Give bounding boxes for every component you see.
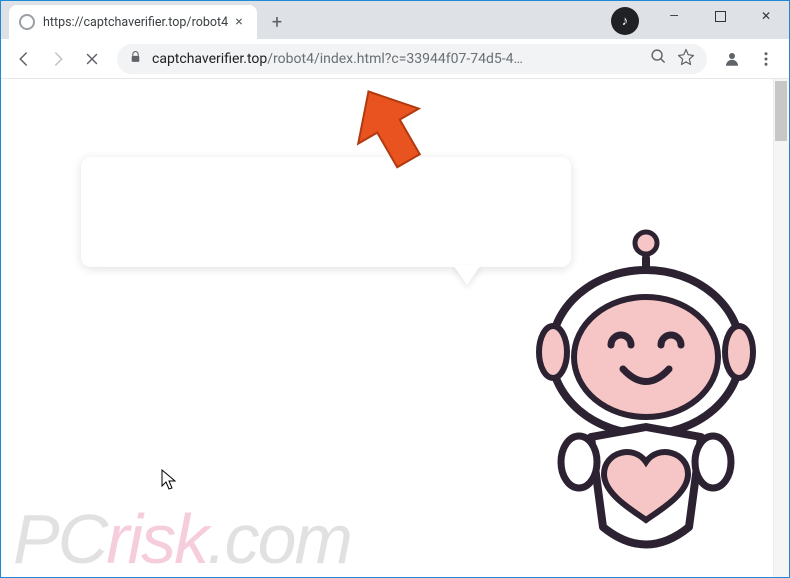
lock-icon [129,50,142,68]
tab-title: https://captchaverifier.top/robot4 [43,15,231,30]
media-playing-badge[interactable]: ♪ [611,7,639,35]
minimize-button[interactable]: — [651,1,697,31]
watermark-pc: PC [13,500,106,577]
globe-icon [19,14,35,30]
omnibox-actions [650,48,695,70]
maximize-icon [715,11,726,22]
close-tab-icon[interactable]: × [231,14,247,30]
profile-button[interactable] [717,44,747,74]
search-icon[interactable] [650,48,667,69]
address-bar[interactable]: captchaverifier.top/robot4/index.html?c=… [117,44,707,74]
new-tab-button[interactable]: + [263,8,291,36]
window-controls: — ✕ [651,1,789,31]
arrow-left-icon [15,50,33,68]
watermark-com: .com [207,500,351,577]
stop-reload-button[interactable] [77,44,107,74]
browser-tab[interactable]: https://captchaverifier.top/robot4 × [9,5,257,39]
profile-icon [723,50,741,68]
scroll-thumb[interactable] [775,81,787,141]
close-window-button[interactable]: ✕ [743,1,789,31]
annotation-arrow-icon [344,82,434,172]
url-host: captchaverifier.top [152,51,267,67]
tab-strip: https://captchaverifier.top/robot4 × + ♪… [1,1,789,39]
vertical-scrollbar[interactable] [773,79,789,577]
menu-dots-icon [757,50,775,68]
forward-button[interactable] [43,44,73,74]
robot-illustration [531,227,761,557]
star-icon[interactable] [677,48,695,70]
browser-toolbar: captchaverifier.top/robot4/index.html?c=… [1,39,789,79]
watermark-text: PCrisk.com [13,499,351,577]
maximize-button[interactable] [697,1,743,31]
mouse-cursor-icon [161,469,179,491]
menu-button[interactable] [751,44,781,74]
watermark-risk: risk [106,500,207,577]
url-path: /robot4/index.html?c=33944f07-74d5-4… [267,51,523,67]
close-icon [83,50,101,68]
back-button[interactable] [9,44,39,74]
arrow-right-icon [49,50,67,68]
speech-bubble [81,157,571,267]
